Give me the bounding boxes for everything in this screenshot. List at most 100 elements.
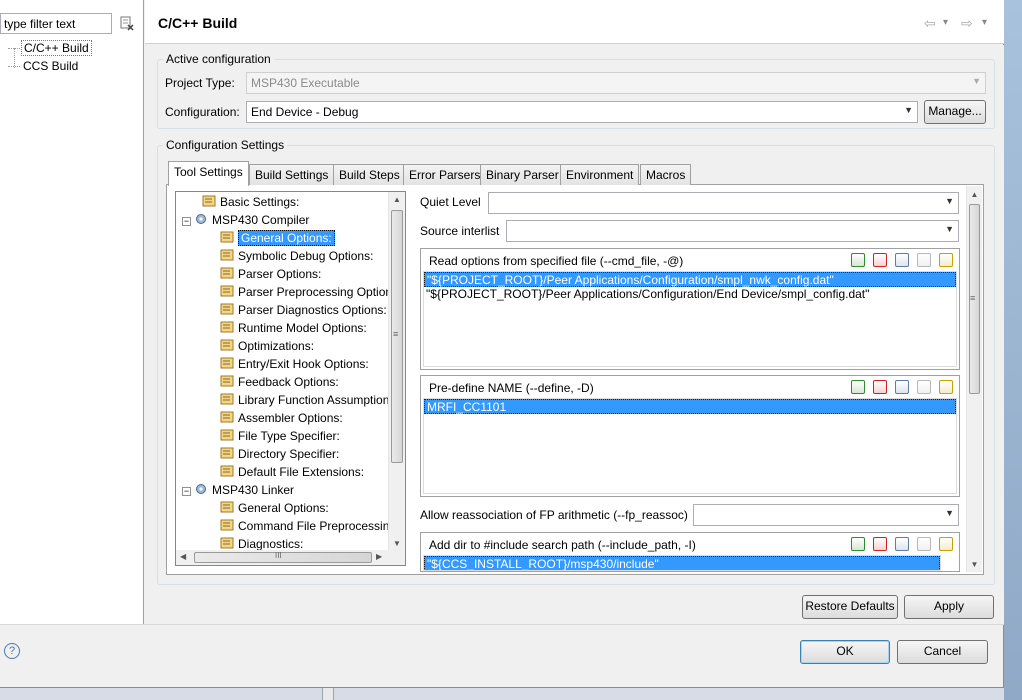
scroll-down-icon[interactable]: ▼ [389,539,405,548]
clear-filter-icon[interactable] [119,15,135,31]
tree-item[interactable]: Directory Specifier: [220,445,339,463]
list-item[interactable]: "${PROJECT_ROOT}/Peer Applications/Confi… [424,272,956,287]
scroll-up-icon[interactable]: ▲ [389,195,405,204]
tree-item[interactable]: − MSP430 Linker [182,481,294,499]
scroll-up-icon[interactable]: ▲ [967,190,982,199]
nav-item-cc-build[interactable]: C/C++ Build [8,40,92,56]
tab-error-parsers[interactable]: Error Parsers [403,164,487,185]
tab-tool-settings[interactable]: Tool Settings [168,161,249,186]
tree-hscroll-thumb[interactable]: III [194,551,372,563]
tree-item[interactable]: − MSP430 Compiler [182,211,309,229]
scroll-grip: ≡ [970,293,976,303]
tree-item[interactable]: Parser Options: [220,265,321,283]
tool-settings-tree[interactable]: Basic Settings: − MSP430 Compiler General O… [175,191,406,566]
delete-item-icon[interactable] [873,380,887,394]
tree-item[interactable]: Feedback Options: [220,373,339,391]
source-interlist-combo[interactable]: ▼ [506,220,959,242]
help-icon[interactable]: ? [4,643,20,659]
tree-item-label: Runtime Model Options: [238,321,367,335]
tree-item[interactable]: Assembler Options: [220,409,343,427]
option-page-icon [220,303,234,315]
move-down-icon[interactable] [939,380,953,394]
tree-item[interactable]: Library Function Assumption [220,391,389,409]
tree-item[interactable]: General Options: [220,229,335,247]
fp-reassoc-combo[interactable]: ▼ [693,504,959,526]
tree-item[interactable]: File Type Specifier: [220,427,340,445]
options-vertical-scrollbar[interactable]: ▲ ≡ ▼ [966,186,982,572]
scroll-left-icon[interactable]: ◀ [180,552,186,561]
scroll-grip: III [275,551,282,560]
tree-item[interactable]: Runtime Model Options: [220,319,367,337]
scroll-down-icon[interactable]: ▼ [967,560,982,569]
move-up-icon[interactable] [917,537,931,551]
edit-item-icon[interactable] [895,380,909,394]
tab-build-steps[interactable]: Build Steps [333,164,406,185]
chevron-down-icon: ▼ [945,224,954,234]
tool-gear-icon [196,214,206,224]
edit-item-icon[interactable] [895,537,909,551]
restore-defaults-button[interactable]: Restore Defaults [802,595,898,619]
tab-environment[interactable]: Environment [560,164,640,185]
ok-button[interactable]: OK [800,640,890,664]
option-page-icon [220,519,234,531]
tree-item[interactable]: Parser Diagnostics Options: [220,301,387,319]
tab-macros[interactable]: Macros [640,164,692,185]
cancel-button[interactable]: Cancel [897,640,988,664]
project-type-combo: MSP430 Executable ▼ [246,72,986,94]
view-menu-chevron-icon[interactable]: ▾ [982,17,987,28]
list-item[interactable]: "${PROJECT_ROOT}/Peer Applications/Confi… [424,287,956,302]
tree-item[interactable]: Default File Extensions: [220,463,364,481]
delete-item-icon[interactable] [873,537,887,551]
tree-horizontal-scrollbar[interactable]: ◀ III ▶ [176,550,405,565]
options-vscroll-thumb[interactable]: ≡ [969,204,980,394]
filter-input[interactable] [0,13,112,34]
tree-item-label: Diagnostics: [238,537,304,551]
back-arrow-icon[interactable]: ⇦ [924,15,936,32]
scroll-right-icon[interactable]: ▶ [376,552,382,561]
tree-item[interactable]: Symbolic Debug Options: [220,247,373,265]
define-title: Pre-define NAME (--define, -D) [429,381,594,395]
back-menu-chevron-icon[interactable]: ▾ [943,17,948,28]
tab-binary-parser[interactable]: Binary Parser [480,164,565,185]
tree-item[interactable]: Entry/Exit Hook Options: [220,355,369,373]
add-item-icon[interactable] [851,380,865,394]
move-down-icon[interactable] [939,253,953,267]
tree-vscroll-thumb[interactable]: ≡ [391,210,403,463]
option-page-icon [220,537,234,549]
chevron-down-icon: ▼ [945,196,954,206]
add-item-icon[interactable] [851,537,865,551]
edit-item-icon[interactable] [895,253,909,267]
tree-item[interactable]: General Options: [220,499,329,517]
delete-item-icon[interactable] [873,253,887,267]
tab-build-settings[interactable]: Build Settings [249,164,335,185]
nav-item-ccs-build[interactable]: CCS Build [8,59,80,73]
apply-button[interactable]: Apply [904,595,994,619]
configuration-combo[interactable]: End Device - Debug ▼ [246,101,918,123]
define-list[interactable]: MRFI_CC1101 [423,398,957,494]
collapse-toggle-icon[interactable]: − [182,487,191,496]
cmd-file-list[interactable]: "${PROJECT_ROOT}/Peer Applications/Confi… [423,271,957,367]
tree-item[interactable]: Command File Preprocessin [220,517,389,535]
move-down-icon[interactable] [939,537,953,551]
list-item[interactable]: "${CCS_INSTALL_ROOT}/msp430/include" [424,556,940,570]
manage-button[interactable]: Manage... [924,100,986,124]
tree-vertical-scrollbar[interactable]: ▲ ≡ ▼ [388,192,405,550]
tree-item-label: Symbolic Debug Options: [238,249,374,263]
tree-item[interactable]: Basic Settings: [202,193,299,211]
move-up-icon[interactable] [917,253,931,267]
option-page-icon [220,267,234,279]
tree-item-label: Basic Settings: [220,195,300,209]
option-page-icon [220,501,234,513]
collapse-toggle-icon[interactable]: − [182,217,191,226]
list-item[interactable]: MRFI_CC1101 [424,399,956,414]
tree-item-label: General Options: [238,501,329,515]
tree-connector-line [14,48,15,68]
add-item-icon[interactable] [851,253,865,267]
tree-item[interactable]: Optimizations: [220,337,314,355]
move-up-icon[interactable] [917,380,931,394]
quiet-level-combo[interactable]: ▼ [488,192,959,214]
forward-arrow-icon[interactable]: ⇨ [961,15,973,32]
tree-item[interactable]: Parser Preprocessing Option [220,283,392,301]
include-path-list[interactable]: "${CCS_INSTALL_ROOT}/msp430/include" [423,555,941,571]
define-toolbar [843,380,953,397]
